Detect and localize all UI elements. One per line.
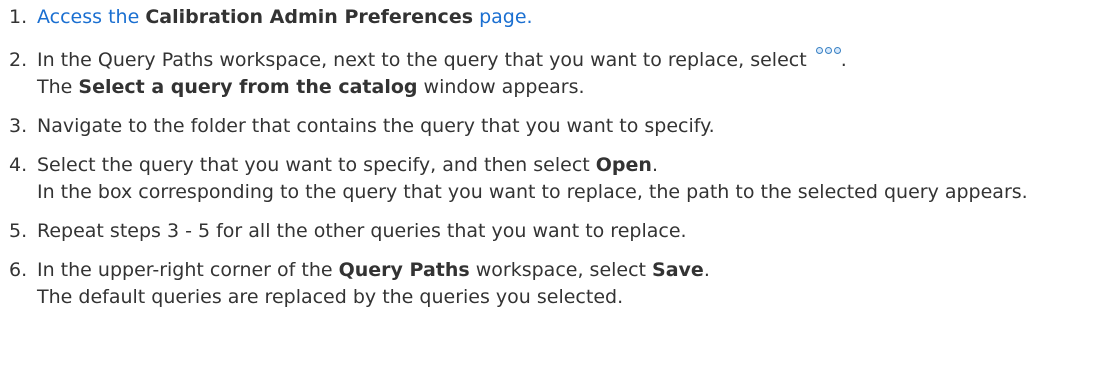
- step-number: 4.: [9, 154, 28, 176]
- steps-list: 1. Access the Calibration Admin Preferen…: [0, 4, 1095, 311]
- dot: [815, 47, 823, 54]
- dot: [824, 47, 832, 54]
- step-instruction: Repeat steps 3 - 5 for all the other que…: [37, 220, 687, 242]
- step-2: 2. In the Query Paths workspace, next to…: [0, 47, 1095, 101]
- step-number: 6.: [9, 259, 28, 281]
- step-4: 4. Select the query that you want to spe…: [0, 152, 1095, 206]
- step-instruction: Navigate to the folder that contains the…: [37, 115, 715, 137]
- step-instruction: In the Query Paths workspace, next to th…: [37, 49, 813, 71]
- step-instruction-mid: workspace, select: [469, 259, 653, 281]
- step-number: 2.: [9, 49, 28, 71]
- step-3: 3. Navigate to the folder that contains …: [0, 113, 1095, 140]
- link-text-bold[interactable]: Calibration Admin Preferences: [145, 6, 473, 28]
- step-instruction: In the upper-right corner of the: [37, 259, 339, 281]
- step-result-bold: Select a query from the catalog: [78, 76, 418, 98]
- calibration-admin-preferences-link[interactable]: Access the Calibration Admin Preferences…: [37, 6, 533, 28]
- step-body: Access the Calibration Admin Preferences…: [37, 4, 1095, 31]
- step-body: In the Query Paths workspace, next to th…: [37, 47, 1095, 101]
- step-6: 6. In the upper-right corner of the Quer…: [0, 257, 1095, 311]
- step-result: The default queries are replaced by the …: [37, 286, 624, 308]
- step-instruction-end: .: [703, 259, 710, 281]
- step-instruction-bold-2: Save: [652, 259, 704, 281]
- procedure-document: 1. Access the Calibration Admin Preferen…: [0, 0, 1095, 311]
- step-body: In the upper-right corner of the Query P…: [37, 257, 1095, 311]
- step-result-post: window appears.: [417, 76, 585, 98]
- dot: [833, 47, 841, 54]
- step-result-pre: The: [37, 76, 79, 98]
- step-1: 1. Access the Calibration Admin Preferen…: [0, 4, 1095, 31]
- step-5: 5. Repeat steps 3 - 5 for all the other …: [0, 218, 1095, 245]
- step-instruction-end: .: [651, 154, 658, 176]
- step-number: 1.: [9, 6, 28, 28]
- link-text-post[interactable]: page.: [473, 6, 533, 28]
- step-instruction-bold: Query Paths: [338, 259, 470, 281]
- step-body: Select the query that you want to specif…: [37, 152, 1095, 206]
- step-instruction-bold: Open: [595, 154, 652, 176]
- step-result: In the box corresponding to the query th…: [37, 181, 1028, 203]
- step-instruction-end: .: [840, 49, 847, 71]
- more-options-icon[interactable]: [815, 47, 841, 54]
- link-text-pre[interactable]: Access the: [37, 6, 145, 28]
- step-instruction: Select the query that you want to specif…: [37, 154, 596, 176]
- step-number: 5.: [9, 220, 28, 242]
- step-number: 3.: [9, 115, 28, 137]
